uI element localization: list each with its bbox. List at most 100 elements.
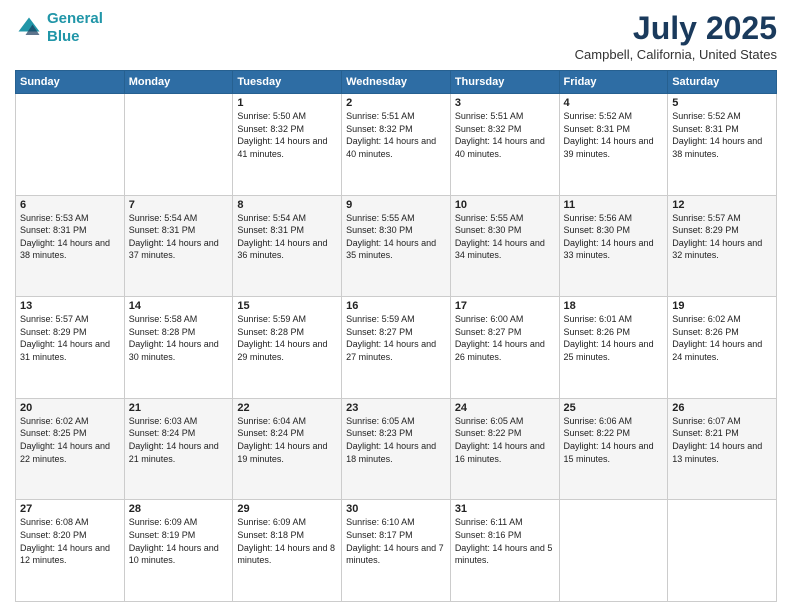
calendar-cell — [16, 94, 125, 196]
daylight-text: Daylight: 14 hours and 18 minutes. — [346, 440, 446, 465]
day-number: 2 — [346, 97, 446, 109]
logo-icon — [15, 14, 43, 42]
daylight-text: Daylight: 14 hours and 33 minutes. — [564, 237, 664, 262]
day-info: Sunrise: 6:02 AMSunset: 8:25 PMDaylight:… — [20, 415, 120, 465]
day-number: 14 — [129, 300, 229, 312]
day-info: Sunrise: 5:51 AMSunset: 8:32 PMDaylight:… — [455, 110, 555, 160]
day-info: Sunrise: 5:54 AMSunset: 8:31 PMDaylight:… — [129, 212, 229, 262]
sunset-text: Sunset: 8:31 PM — [564, 123, 664, 136]
calendar-cell: 3Sunrise: 5:51 AMSunset: 8:32 PMDaylight… — [450, 94, 559, 196]
day-number: 28 — [129, 503, 229, 515]
calendar-cell: 6Sunrise: 5:53 AMSunset: 8:31 PMDaylight… — [16, 195, 125, 297]
calendar-week-3: 20Sunrise: 6:02 AMSunset: 8:25 PMDayligh… — [16, 398, 777, 500]
day-number: 10 — [455, 199, 555, 211]
day-info: Sunrise: 6:05 AMSunset: 8:22 PMDaylight:… — [455, 415, 555, 465]
sunrise-text: Sunrise: 6:06 AM — [564, 415, 664, 428]
daylight-text: Daylight: 14 hours and 29 minutes. — [237, 338, 337, 363]
calendar-cell — [668, 500, 777, 602]
day-number: 27 — [20, 503, 120, 515]
sunset-text: Sunset: 8:17 PM — [346, 529, 446, 542]
day-info: Sunrise: 5:55 AMSunset: 8:30 PMDaylight:… — [346, 212, 446, 262]
sunset-text: Sunset: 8:26 PM — [564, 326, 664, 339]
header-wednesday: Wednesday — [342, 71, 451, 94]
day-info: Sunrise: 5:53 AMSunset: 8:31 PMDaylight:… — [20, 212, 120, 262]
day-info: Sunrise: 5:51 AMSunset: 8:32 PMDaylight:… — [346, 110, 446, 160]
daylight-text: Daylight: 14 hours and 24 minutes. — [672, 338, 772, 363]
header-saturday: Saturday — [668, 71, 777, 94]
sunset-text: Sunset: 8:25 PM — [20, 427, 120, 440]
day-info: Sunrise: 6:09 AMSunset: 8:19 PMDaylight:… — [129, 516, 229, 566]
sunset-text: Sunset: 8:31 PM — [237, 224, 337, 237]
calendar-cell: 27Sunrise: 6:08 AMSunset: 8:20 PMDayligh… — [16, 500, 125, 602]
day-info: Sunrise: 5:59 AMSunset: 8:27 PMDaylight:… — [346, 313, 446, 363]
sunset-text: Sunset: 8:31 PM — [672, 123, 772, 136]
header-monday: Monday — [124, 71, 233, 94]
calendar-cell: 11Sunrise: 5:56 AMSunset: 8:30 PMDayligh… — [559, 195, 668, 297]
header-tuesday: Tuesday — [233, 71, 342, 94]
calendar-cell: 14Sunrise: 5:58 AMSunset: 8:28 PMDayligh… — [124, 297, 233, 399]
daylight-text: Daylight: 14 hours and 12 minutes. — [20, 542, 120, 567]
calendar-cell: 15Sunrise: 5:59 AMSunset: 8:28 PMDayligh… — [233, 297, 342, 399]
calendar-week-2: 13Sunrise: 5:57 AMSunset: 8:29 PMDayligh… — [16, 297, 777, 399]
calendar-cell: 29Sunrise: 6:09 AMSunset: 8:18 PMDayligh… — [233, 500, 342, 602]
day-number: 18 — [564, 300, 664, 312]
day-info: Sunrise: 5:56 AMSunset: 8:30 PMDaylight:… — [564, 212, 664, 262]
logo: General Blue — [15, 10, 103, 46]
day-info: Sunrise: 5:52 AMSunset: 8:31 PMDaylight:… — [672, 110, 772, 160]
daylight-text: Daylight: 14 hours and 5 minutes. — [455, 542, 555, 567]
calendar-cell: 23Sunrise: 6:05 AMSunset: 8:23 PMDayligh… — [342, 398, 451, 500]
day-number: 31 — [455, 503, 555, 515]
sunset-text: Sunset: 8:23 PM — [346, 427, 446, 440]
day-number: 26 — [672, 402, 772, 414]
calendar-cell: 21Sunrise: 6:03 AMSunset: 8:24 PMDayligh… — [124, 398, 233, 500]
sunset-text: Sunset: 8:21 PM — [672, 427, 772, 440]
day-number: 30 — [346, 503, 446, 515]
daylight-text: Daylight: 14 hours and 41 minutes. — [237, 135, 337, 160]
day-number: 6 — [20, 199, 120, 211]
sunset-text: Sunset: 8:31 PM — [20, 224, 120, 237]
sunset-text: Sunset: 8:31 PM — [129, 224, 229, 237]
sunset-text: Sunset: 8:29 PM — [672, 224, 772, 237]
calendar-cell: 13Sunrise: 5:57 AMSunset: 8:29 PMDayligh… — [16, 297, 125, 399]
day-info: Sunrise: 6:07 AMSunset: 8:21 PMDaylight:… — [672, 415, 772, 465]
daylight-text: Daylight: 14 hours and 7 minutes. — [346, 542, 446, 567]
daylight-text: Daylight: 14 hours and 37 minutes. — [129, 237, 229, 262]
daylight-text: Daylight: 14 hours and 39 minutes. — [564, 135, 664, 160]
daylight-text: Daylight: 14 hours and 15 minutes. — [564, 440, 664, 465]
day-number: 4 — [564, 97, 664, 109]
day-number: 9 — [346, 199, 446, 211]
header-sunday: Sunday — [16, 71, 125, 94]
header-thursday: Thursday — [450, 71, 559, 94]
sunset-text: Sunset: 8:24 PM — [129, 427, 229, 440]
day-info: Sunrise: 5:58 AMSunset: 8:28 PMDaylight:… — [129, 313, 229, 363]
calendar-week-0: 1Sunrise: 5:50 AMSunset: 8:32 PMDaylight… — [16, 94, 777, 196]
sunrise-text: Sunrise: 6:04 AM — [237, 415, 337, 428]
day-number: 5 — [672, 97, 772, 109]
calendar-cell — [559, 500, 668, 602]
sunset-text: Sunset: 8:29 PM — [20, 326, 120, 339]
calendar-cell: 8Sunrise: 5:54 AMSunset: 8:31 PMDaylight… — [233, 195, 342, 297]
sunrise-text: Sunrise: 6:07 AM — [672, 415, 772, 428]
sunset-text: Sunset: 8:32 PM — [455, 123, 555, 136]
day-number: 19 — [672, 300, 772, 312]
day-info: Sunrise: 5:52 AMSunset: 8:31 PMDaylight:… — [564, 110, 664, 160]
daylight-text: Daylight: 14 hours and 40 minutes. — [455, 135, 555, 160]
calendar-cell: 20Sunrise: 6:02 AMSunset: 8:25 PMDayligh… — [16, 398, 125, 500]
daylight-text: Daylight: 14 hours and 27 minutes. — [346, 338, 446, 363]
daylight-text: Daylight: 14 hours and 25 minutes. — [564, 338, 664, 363]
calendar-cell: 22Sunrise: 6:04 AMSunset: 8:24 PMDayligh… — [233, 398, 342, 500]
daylight-text: Daylight: 14 hours and 21 minutes. — [129, 440, 229, 465]
sunrise-text: Sunrise: 6:01 AM — [564, 313, 664, 326]
sunrise-text: Sunrise: 5:52 AM — [672, 110, 772, 123]
daylight-text: Daylight: 14 hours and 26 minutes. — [455, 338, 555, 363]
sunrise-text: Sunrise: 6:00 AM — [455, 313, 555, 326]
sunrise-text: Sunrise: 5:54 AM — [237, 212, 337, 225]
daylight-text: Daylight: 14 hours and 36 minutes. — [237, 237, 337, 262]
sunset-text: Sunset: 8:16 PM — [455, 529, 555, 542]
day-info: Sunrise: 6:00 AMSunset: 8:27 PMDaylight:… — [455, 313, 555, 363]
sunset-text: Sunset: 8:30 PM — [346, 224, 446, 237]
sunset-text: Sunset: 8:22 PM — [455, 427, 555, 440]
sunrise-text: Sunrise: 5:52 AM — [564, 110, 664, 123]
calendar-cell: 17Sunrise: 6:00 AMSunset: 8:27 PMDayligh… — [450, 297, 559, 399]
calendar-cell: 4Sunrise: 5:52 AMSunset: 8:31 PMDaylight… — [559, 94, 668, 196]
